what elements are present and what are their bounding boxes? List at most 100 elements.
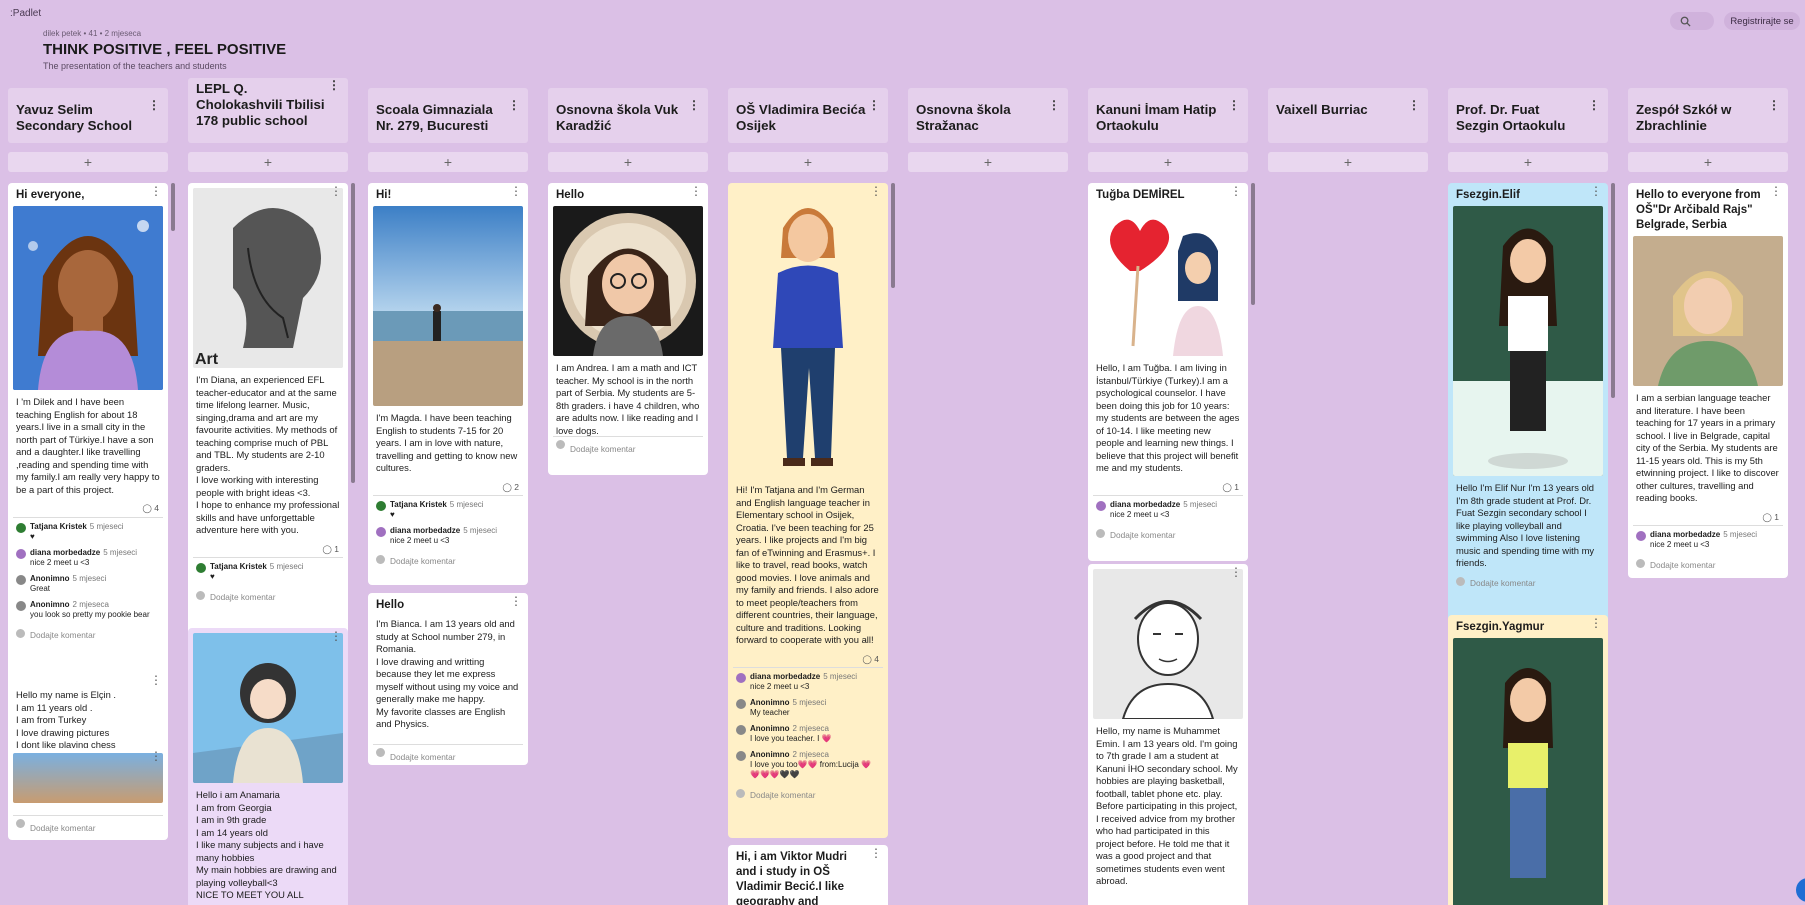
board-meta: dilek petek • 41 • 2 mjeseca	[43, 29, 142, 38]
column-header[interactable]: OŠ Vladimira Becića Osijek ⋮	[728, 88, 888, 143]
column-vladimira-becica: OŠ Vladimira Becića Osijek ⋮ + ⋮ Hi! I'm …	[728, 88, 895, 905]
comment-count[interactable]: ◯ 2	[373, 479, 523, 496]
page-subtitle: The presentation of the teachers and stu…	[43, 61, 227, 71]
add-post-button[interactable]: +	[728, 152, 888, 172]
comments-list: Tatjana Kristek 5 mjeseci ♥ diana morbedad…	[13, 516, 163, 620]
post-title: Fsezgin.Elif	[1456, 189, 1520, 201]
post-body: I'm Diana, an experienced EFL teacher-ed…	[196, 374, 340, 535]
more-options-icon[interactable]: ⋮	[1228, 99, 1240, 111]
add-comment-input[interactable]: Dodajte komentar	[13, 626, 163, 648]
comment: Anonimno 5 mjeseci My teacher	[736, 698, 880, 718]
add-comment-input[interactable]: Dodajte komentar	[193, 588, 343, 610]
add-post-button[interactable]: +	[1088, 152, 1248, 172]
add-comment-input[interactable]: Dodajte komentar	[1633, 556, 1783, 578]
more-options-icon[interactable]: ⋮	[1768, 99, 1780, 111]
add-post-button[interactable]: +	[1448, 152, 1608, 172]
post-card[interactable]: ⋮	[8, 748, 168, 808]
scrollbar[interactable]	[351, 183, 355, 483]
post-card[interactable]: Hi everyone, ⋮ I 'm Dilek and I have bee…	[8, 183, 168, 755]
post-image	[1093, 206, 1243, 356]
scrollbar[interactable]	[171, 183, 175, 231]
column-header[interactable]: Prof. Dr. Fuat Sezgin Ortaokulu ⋮	[1448, 88, 1608, 143]
more-options-icon[interactable]: ⋮	[1770, 185, 1782, 197]
column-header[interactable]: Yavuz Selim Secondary School ⋮	[8, 88, 168, 143]
post-card[interactable]: Fsezgin.Yagmur ⋮	[1448, 615, 1608, 905]
add-comment-input[interactable]: Dodajte komentar	[1453, 574, 1603, 596]
search-button[interactable]	[1670, 12, 1714, 30]
padlet-logo[interactable]: :Padlet	[10, 8, 41, 19]
more-options-icon[interactable]: ⋮	[150, 185, 162, 197]
scrollbar[interactable]	[1611, 183, 1615, 398]
more-options-icon[interactable]: ⋮	[1048, 99, 1060, 111]
comment-count[interactable]: ◯ 1	[193, 541, 343, 558]
post-card[interactable]: Tuğba DEMİREL ⋮ Hello, I am Tuğba. I am …	[1088, 183, 1248, 561]
add-post-button[interactable]: +	[188, 152, 348, 172]
column-header[interactable]: Osnovna škola Stražanac ⋮	[908, 88, 1068, 143]
more-options-icon[interactable]: ⋮	[1590, 617, 1602, 629]
more-options-icon[interactable]: ⋮	[510, 185, 522, 197]
avatar	[1096, 501, 1106, 511]
add-post-button[interactable]: +	[368, 152, 528, 172]
comment-count[interactable]: ◯ 1	[1093, 479, 1243, 496]
add-comment-input[interactable]: Dodajte komentar	[1093, 526, 1243, 548]
post-card[interactable]: Hi! ⋮ I'm Magda. I have been teaching En…	[368, 183, 528, 585]
post-card[interactable]: Hi, i am Viktor Mudri and i study in OŠ …	[728, 845, 888, 905]
post-card[interactable]: ⋮ Hi! I'm Tatjana and I'm German and Eng…	[728, 183, 888, 838]
more-options-icon[interactable]: ⋮	[690, 185, 702, 197]
post-body: I'm Bianca. I am 13 years old and study …	[376, 618, 519, 729]
chat-fab-button[interactable]	[1796, 878, 1805, 902]
more-options-icon[interactable]: ⋮	[508, 99, 520, 111]
column-header[interactable]: Zespół Szkół w Zbrachlinie ⋮	[1628, 88, 1788, 143]
add-post-button[interactable]: +	[908, 152, 1068, 172]
more-options-icon[interactable]: ⋮	[1408, 99, 1420, 111]
avatar	[16, 574, 26, 585]
more-options-icon[interactable]: ⋮	[328, 79, 340, 91]
more-options-icon[interactable]: ⋮	[150, 750, 162, 762]
add-comment-input[interactable]: Dodajte komentar	[373, 744, 523, 765]
more-options-icon[interactable]: ⋮	[1230, 185, 1242, 197]
column-strazanac: Osnovna škola Stražanac ⋮ +	[908, 88, 1068, 905]
add-comment-input[interactable]: Dodajte komentar	[733, 786, 883, 808]
more-options-icon[interactable]: ⋮	[1590, 185, 1602, 197]
more-options-icon[interactable]: ⋮	[150, 674, 162, 686]
post-card[interactable]: ⋮ Hello, my name is Muhammet Emin. I am …	[1088, 564, 1248, 905]
column-title: Vaixell Burriac	[1276, 102, 1368, 117]
more-options-icon[interactable]: ⋮	[870, 847, 882, 859]
column-header[interactable]: LEPL Q. Cholokashvili Tbilisi 178 public…	[188, 78, 348, 143]
post-card[interactable]: Hello to everyone from OŠ"Dr Arčibald Ra…	[1628, 183, 1788, 578]
add-post-button[interactable]: +	[1268, 152, 1428, 172]
more-options-icon[interactable]: ⋮	[688, 99, 700, 111]
avatar-image	[1093, 569, 1243, 719]
column-header[interactable]: Scoala Gimnaziala Nr. 279, Bucuresti ⋮	[368, 88, 528, 143]
post-body: I am a serbian language teacher and lite…	[1636, 392, 1779, 503]
column-header[interactable]: Vaixell Burriac ⋮	[1268, 88, 1428, 143]
add-comment-input[interactable]: Dodajte komentar	[13, 815, 163, 840]
scrollbar[interactable]	[891, 183, 895, 288]
comments-list: Tatjana Kristek 5 mjeseci ♥ diana morbedad…	[373, 495, 523, 546]
post-card[interactable]: Hello ⋮ I'm Bianca. I am 13 years old an…	[368, 593, 528, 765]
column-header[interactable]: Kanuni İmam Hatip Ortaokulu ⋮	[1088, 88, 1248, 143]
column-header[interactable]: Osnovna škola Vuk Karadžić ⋮	[548, 88, 708, 143]
more-options-icon[interactable]: ⋮	[330, 185, 342, 197]
more-options-icon[interactable]: ⋮	[1230, 566, 1242, 578]
more-options-icon[interactable]: ⋮	[870, 185, 882, 197]
comment: Anonimno 2 mjeseca you look so pretty my p…	[16, 600, 160, 620]
comment-count[interactable]: ◯ 4	[733, 651, 883, 668]
add-post-button[interactable]: +	[1628, 152, 1788, 172]
scrollbar[interactable]	[1251, 183, 1255, 305]
post-card[interactable]: ⋮ Hello i am Anamaria I am from Georgia …	[188, 628, 348, 905]
add-comment-input[interactable]: Dodajte komentar	[373, 552, 523, 574]
more-options-icon[interactable]: ⋮	[1588, 99, 1600, 111]
more-options-icon[interactable]: ⋮	[868, 99, 880, 111]
add-comment-input[interactable]: Dodajte komentar	[553, 436, 703, 462]
post-card[interactable]: Hello ⋮ I am Andrea. I am a math and ICT…	[548, 183, 708, 475]
add-post-button[interactable]: +	[548, 152, 708, 172]
post-title: Hi!	[376, 189, 392, 201]
add-post-button[interactable]: +	[8, 152, 168, 172]
comment-count[interactable]: ◯ 4	[13, 500, 163, 517]
more-options-icon[interactable]: ⋮	[330, 630, 342, 642]
comment-count[interactable]: ◯ 1	[1633, 509, 1783, 526]
more-options-icon[interactable]: ⋮	[510, 595, 522, 607]
register-button[interactable]: Registrirajte se	[1724, 12, 1800, 30]
more-options-icon[interactable]: ⋮	[148, 99, 160, 111]
